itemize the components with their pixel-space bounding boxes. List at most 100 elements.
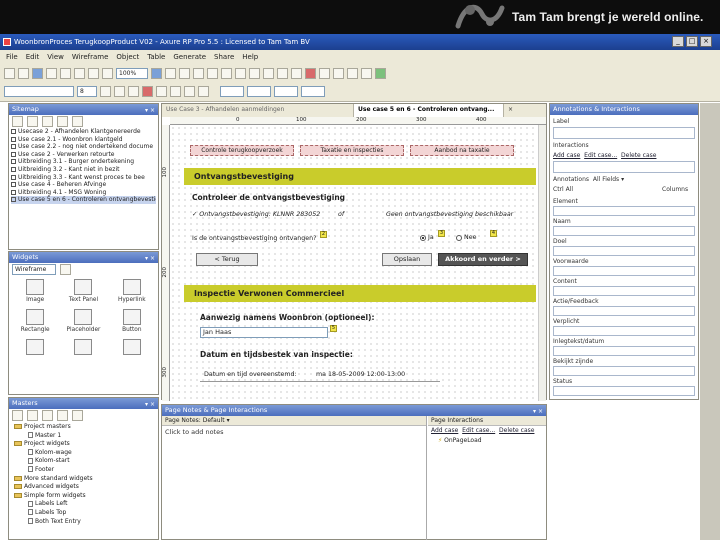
panel-close-icon[interactable]: ▾ × <box>145 253 155 264</box>
group-icon[interactable] <box>193 67 204 79</box>
widget-library-select[interactable]: Wireframe <box>12 263 56 275</box>
fill-color-icon[interactable] <box>305 67 316 79</box>
menu-view[interactable]: View <box>47 50 64 64</box>
align-center-icon[interactable] <box>263 67 274 79</box>
master-item[interactable]: Footer <box>12 466 155 475</box>
master-item[interactable]: Kolom-start <box>12 457 155 466</box>
annotation-field-input[interactable] <box>553 206 695 216</box>
maximize-button[interactable]: □ <box>686 36 698 47</box>
menu-file[interactable]: File <box>6 50 18 64</box>
menu-object[interactable]: Object <box>116 50 139 64</box>
masters-folder[interactable]: Project widgets <box>12 440 155 449</box>
editor-scrollbar[interactable] <box>538 125 546 401</box>
sitemap-item[interactable]: Use case 2 - Verwerken retourte <box>11 151 156 159</box>
line-style-icon[interactable] <box>347 67 358 79</box>
annotation-field-input[interactable] <box>553 386 695 396</box>
add-case-link[interactable]: Add case <box>431 427 458 434</box>
text-align-left-icon[interactable] <box>170 85 181 97</box>
widget-item[interactable]: Image <box>11 279 59 303</box>
name-input[interactable]: Jan Haas <box>200 327 328 338</box>
master-item[interactable]: Master 1 <box>12 432 155 441</box>
close-button[interactable]: × <box>700 36 712 47</box>
underline-icon[interactable] <box>128 85 139 97</box>
font-color-icon[interactable] <box>142 85 153 97</box>
sitemap-item[interactable]: Usecase 2 - Afhandelen Klantgenereerde <box>11 128 156 136</box>
master-item[interactable]: Labels Left <box>12 500 155 509</box>
sitemap-item[interactable]: Use case 4 - Beheren Afvinge <box>11 181 156 189</box>
widget-item[interactable] <box>108 339 156 357</box>
menu-wireframe[interactable]: Wireframe <box>72 50 109 64</box>
sitemap-item[interactable]: Uitbreiding 4.1 - MSG Woning <box>11 189 156 197</box>
panel-close-icon[interactable]: ▾ × <box>145 399 155 410</box>
zoom-select[interactable]: 100% <box>116 67 148 79</box>
edit-case-link[interactable]: Edit case... <box>462 427 495 434</box>
sitemap-item[interactable]: Use case 2.2 - nog niet ondertekend docu… <box>11 143 156 151</box>
font-family-select[interactable] <box>4 85 74 97</box>
annotation-marker[interactable]: 2 <box>320 231 327 238</box>
save-icon[interactable] <box>32 67 43 79</box>
height-field[interactable] <box>301 85 325 97</box>
italic-icon[interactable] <box>114 85 125 97</box>
new-icon[interactable] <box>4 67 15 79</box>
annotation-marker[interactable]: 3 <box>438 230 445 237</box>
menu-help[interactable]: Help <box>242 50 258 64</box>
radio-yes[interactable] <box>420 235 426 241</box>
back-button[interactable]: < Terug <box>196 253 258 266</box>
widget-item[interactable] <box>59 339 107 357</box>
breadcrumb-step-1[interactable]: Controle terugkoopverzoek <box>190 145 294 156</box>
label-input[interactable] <box>553 127 695 139</box>
widget-item[interactable]: Hyperlink <box>108 279 156 303</box>
bullets-icon[interactable] <box>156 85 167 97</box>
undo-icon[interactable] <box>88 67 99 79</box>
width-field[interactable] <box>274 85 298 97</box>
notes-textarea[interactable]: Click to add notes <box>162 426 426 438</box>
arrow-style-icon[interactable] <box>361 67 372 79</box>
delete-master-icon[interactable] <box>72 409 83 421</box>
text-align-center-icon[interactable] <box>184 85 195 97</box>
annotation-field-input[interactable] <box>553 246 695 256</box>
delete-case-link[interactable]: Delete case <box>621 152 656 159</box>
panel-close-icon[interactable]: ▾ × <box>145 105 155 116</box>
select-pointer-icon[interactable] <box>151 67 162 79</box>
annotation-field-input[interactable] <box>553 306 695 316</box>
menu-share[interactable]: Share <box>214 50 234 64</box>
edit-case-link[interactable]: Edit case... <box>584 152 617 159</box>
generate-prototype-icon[interactable] <box>375 67 386 79</box>
move-up-icon[interactable] <box>42 115 53 127</box>
cut-icon[interactable] <box>46 67 57 79</box>
sitemap-item[interactable]: Uitbreiding 3.1 - Burger ondertekening <box>11 158 156 166</box>
save-button[interactable]: Opslaan <box>382 253 432 266</box>
tab-close-icon[interactable]: × <box>504 104 517 117</box>
masters-folder[interactable]: Simple form widgets <box>12 492 155 501</box>
minimize-button[interactable]: _ <box>672 36 684 47</box>
menu-table[interactable]: Table <box>147 50 165 64</box>
annotation-field-input[interactable] <box>553 226 695 236</box>
master-item[interactable]: Both Text Entry <box>12 518 155 527</box>
widget-item[interactable]: Rectangle <box>11 309 59 333</box>
accept-continue-button[interactable]: Akkoord en verder > <box>438 253 528 266</box>
widget-item[interactable]: Text Panel <box>59 279 107 303</box>
annotation-marker[interactable]: 5 <box>330 325 337 332</box>
format-painter-icon[interactable] <box>179 67 190 79</box>
redo-icon[interactable] <box>102 67 113 79</box>
annotation-field-input[interactable] <box>553 286 695 296</box>
widget-item[interactable]: Button <box>108 309 156 333</box>
onpageload-item[interactable]: ⚡ OnPageLoad <box>428 435 546 446</box>
add-page-icon[interactable] <box>12 115 23 127</box>
distribute-icon[interactable] <box>291 67 302 79</box>
bold-icon[interactable] <box>100 85 111 97</box>
radio-no[interactable] <box>456 235 462 241</box>
notes-set-select[interactable]: Default <box>203 417 225 424</box>
open-icon[interactable] <box>18 67 29 79</box>
ctrl-all-label[interactable]: Ctrl All <box>553 186 573 193</box>
line-color-icon[interactable] <box>319 67 330 79</box>
add-case-link[interactable]: Add case <box>553 152 580 159</box>
paste-icon[interactable] <box>74 67 85 79</box>
delete-case-link[interactable]: Delete case <box>499 427 534 434</box>
add-child-page-icon[interactable] <box>27 115 38 127</box>
sitemap-item[interactable]: Use case 5 en 6 - Controleren ontvangbev… <box>11 196 156 204</box>
tab-use-case-5-6[interactable]: Use case 5 en 6 - Controleren ontvang... <box>354 104 504 117</box>
copy-icon[interactable] <box>60 67 71 79</box>
masters-folder[interactable]: More standard widgets <box>12 475 155 484</box>
masters-folder[interactable]: Advanced widgets <box>12 483 155 492</box>
